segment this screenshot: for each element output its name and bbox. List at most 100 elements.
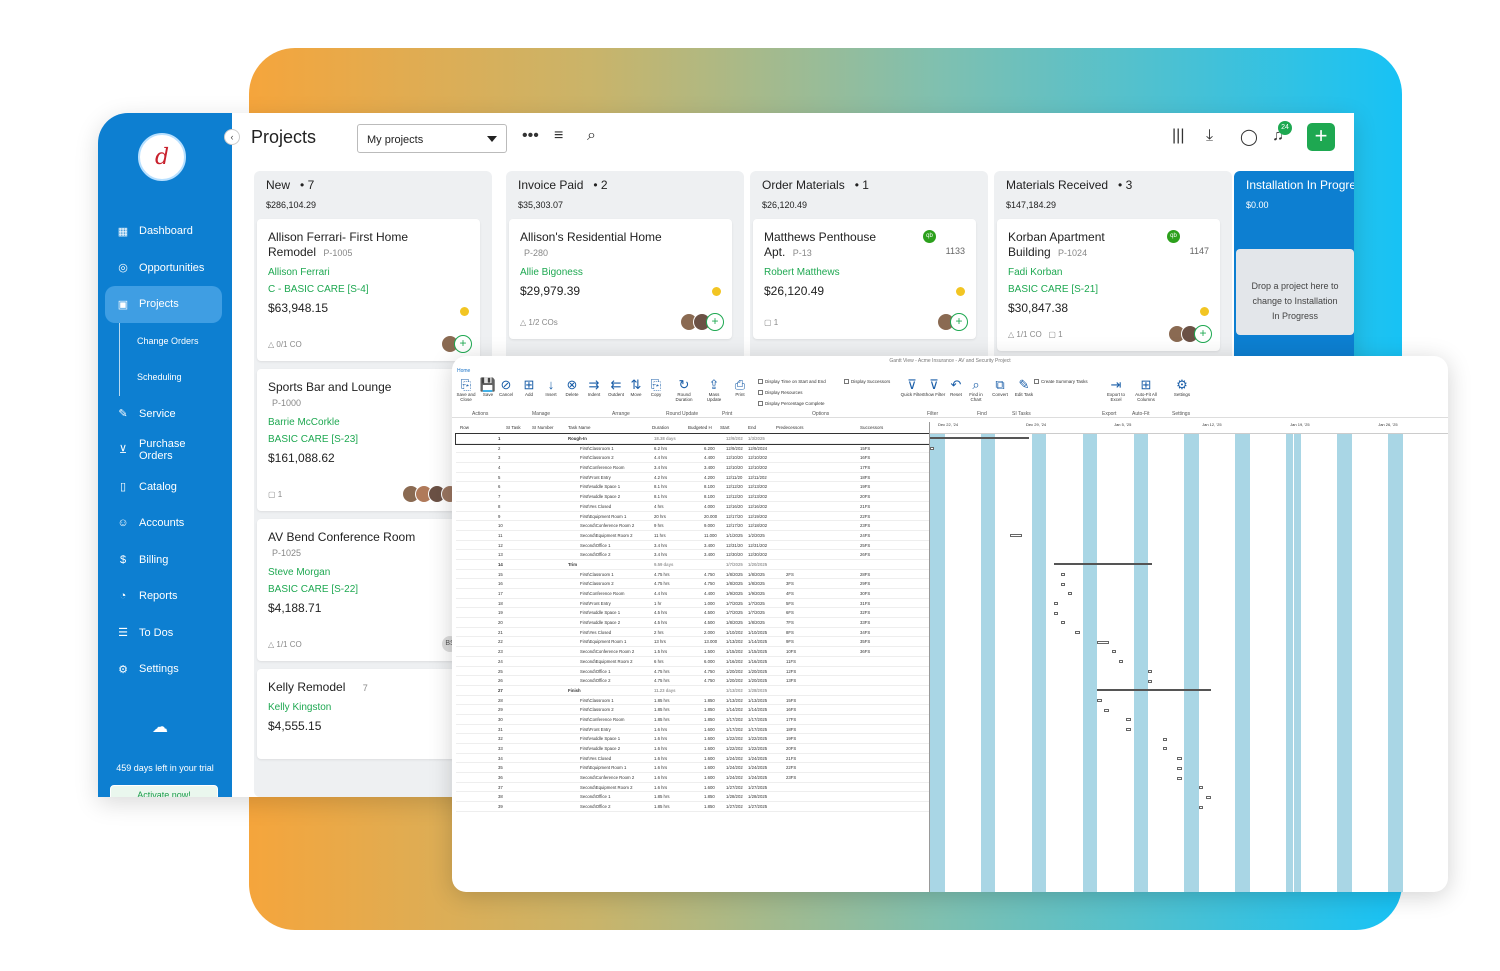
sidebar-item-service[interactable]: ✎ Service bbox=[98, 396, 232, 433]
card-plan[interactable]: BASIC CARE [S-22] bbox=[268, 584, 469, 595]
summary-bar[interactable] bbox=[1097, 689, 1211, 692]
table-row[interactable]: 18 First\Front Entry 1 hr 1.000 1/7/2025 1/7/… bbox=[456, 599, 929, 609]
task-bar[interactable] bbox=[1126, 718, 1131, 722]
table-row[interactable]: 4 First\Conference Room 3.4 hrs 3.400 12/10/… bbox=[456, 463, 929, 473]
mass-update-button[interactable]: ⇪ Mass Update bbox=[702, 377, 726, 402]
table-row[interactable]: 38 Second\Office 1 1.85 hrs 1.850 1/28/202 1/… bbox=[456, 792, 929, 803]
table-row[interactable]: 28 First\Classroom 1 1.85 hrs 1.850 1/13/202… bbox=[456, 696, 929, 706]
table-row[interactable]: 7 First\Huddle Space 2 8.1 hrs 8.100 12/12/2… bbox=[456, 492, 929, 502]
task-bar[interactable] bbox=[1060, 621, 1066, 625]
sidebar-item-opportunities[interactable]: ◎ Opportunities bbox=[98, 250, 232, 287]
table-row[interactable]: 15 First\Classroom 1 4.75 hrs 4.750 1/8/2025… bbox=[456, 570, 929, 580]
table-row[interactable]: 22 First\Equipment Room 1 13 hrs 13.000 1/13… bbox=[456, 637, 929, 648]
table-row[interactable]: 1 Rough-In 18.38 days 12/9/202 1/3/2025 bbox=[455, 433, 930, 445]
drop-zone[interactable]: Drop a project here to change to Install… bbox=[1236, 249, 1354, 335]
task-bar[interactable] bbox=[1148, 679, 1153, 683]
sidebar-item-change-orders[interactable]: Change Orders bbox=[119, 322, 232, 359]
table-row[interactable]: 25 Second\Office 1 4.75 hrs 4.750 1/20/202 1/… bbox=[456, 667, 929, 677]
auto-fit-all-columns-button[interactable]: ⊞ Auto-Fit All Columns bbox=[1134, 377, 1158, 402]
delete-button[interactable]: ⊗ Delete bbox=[560, 377, 584, 397]
show-filter-button[interactable]: ⊽ Show Filter bbox=[922, 377, 946, 397]
sidebar-item-catalog[interactable]: ▯ Catalog bbox=[98, 469, 232, 506]
table-row[interactable]: 16 First\Classroom 2 4.75 hrs 4.750 1/8/2025… bbox=[456, 579, 929, 589]
add-assignee-icon[interactable]: + bbox=[706, 313, 724, 331]
task-bar[interactable] bbox=[1097, 698, 1102, 702]
card-plan[interactable]: BASIC CARE [S-21] bbox=[1008, 284, 1209, 295]
table-row[interactable]: 2 First\Classroom 1 6.2 hrs 6.200 12/9/202 12… bbox=[456, 444, 929, 454]
option-checkbox[interactable]: Display Percentage Complete bbox=[758, 401, 825, 406]
convert-button[interactable]: ⧉ Convert bbox=[988, 377, 1012, 397]
table-row[interactable]: 19 First\Huddle Space 1 4.5 hrs 4.500 1/7/20… bbox=[456, 608, 929, 619]
table-row[interactable]: 12 Second\Office 1 3.4 hrs 3.400 12/31/20 12/… bbox=[456, 541, 929, 551]
table-row[interactable]: 10 Second\Conference Room 2 9 hrs 9.000 12/1… bbox=[456, 521, 929, 531]
task-bar[interactable] bbox=[1126, 728, 1131, 731]
table-row[interactable]: 33 First\Huddle Space 2 1.6 hrs 1.600 1/22/2… bbox=[456, 744, 929, 754]
table-row[interactable]: 29 First\Classroom 2 1.85 hrs 1.850 1/14/202… bbox=[456, 705, 929, 715]
task-bar[interactable] bbox=[1104, 708, 1109, 712]
option-checkbox[interactable]: Display Resources bbox=[758, 390, 803, 395]
task-bar[interactable] bbox=[1206, 795, 1211, 799]
card-client[interactable]: Barrie McCorkle bbox=[268, 417, 469, 428]
task-bar[interactable] bbox=[1053, 601, 1058, 605]
find-in-chart-button[interactable]: ⌕ Find in Chart bbox=[964, 377, 988, 402]
option-checkbox[interactable]: Display Time on Start and End bbox=[758, 379, 826, 384]
indent-button[interactable]: ⇉ Indent bbox=[582, 377, 606, 397]
table-row[interactable]: 5 First\Front Entry 4.2 hrs 4.200 12/11/20 12… bbox=[456, 473, 929, 483]
task-bar[interactable] bbox=[1177, 776, 1182, 780]
table-row[interactable]: 13 Second\Office 2 3.4 hrs 3.400 12/30/20 12/… bbox=[456, 550, 929, 560]
task-bar[interactable] bbox=[1177, 766, 1182, 770]
task-bar[interactable] bbox=[1060, 582, 1066, 586]
option-checkbox[interactable]: Display Successors bbox=[844, 379, 890, 384]
card-client[interactable]: Allison Ferrari bbox=[268, 267, 469, 278]
task-bar[interactable] bbox=[1097, 640, 1109, 644]
table-row[interactable]: 36 Second\Conference Room 2 1.6 hrs 1.600 1/… bbox=[456, 773, 929, 783]
card-plan[interactable]: BASIC CARE [S-23] bbox=[268, 434, 469, 445]
task-bar[interactable] bbox=[1053, 611, 1058, 615]
task-bar[interactable] bbox=[930, 446, 934, 450]
copy-button[interactable]: ⎘ Copy bbox=[644, 377, 668, 397]
table-row[interactable]: 17 First\Conference Room 4.4 hrs 4.400 1/9/2… bbox=[456, 589, 929, 599]
column-header[interactable]: Budgeted H bbox=[688, 425, 712, 430]
filter-icon[interactable]: ≡ bbox=[554, 127, 563, 145]
table-row[interactable]: 30 First\Conference Room 1.85 hrs 1.850 1/17… bbox=[456, 715, 929, 725]
chat-icon[interactable]: ◯ bbox=[1240, 127, 1258, 147]
option-checkbox[interactable]: Create Summary Tasks bbox=[1034, 379, 1088, 384]
collapse-sidebar-button[interactable]: ‹ bbox=[224, 129, 240, 145]
table-row[interactable]: 9 First\Equipment Room 1 20 hrs 20.000 12/17… bbox=[456, 512, 929, 522]
task-bar[interactable] bbox=[1148, 669, 1153, 673]
activate-button[interactable]: Activate now! bbox=[110, 785, 218, 797]
table-row[interactable]: 24 Second\Equipment Room 2 6 hrs 6.000 1/16/… bbox=[456, 657, 929, 667]
table-row[interactable]: 20 First\Huddle Space 2 4.5 hrs 4.500 1/8/20… bbox=[456, 618, 929, 628]
sidebar-item-settings[interactable]: ⚙ Settings bbox=[98, 651, 232, 688]
help-cloud-icon[interactable]: ☁ bbox=[152, 717, 168, 737]
table-row[interactable]: 39 Second\Office 2 1.85 hrs 1.850 1/27/202 1/… bbox=[456, 802, 929, 812]
project-filter-select[interactable]: My projects bbox=[357, 124, 507, 153]
add-button[interactable]: ⊞ Add bbox=[517, 377, 541, 397]
task-bar[interactable] bbox=[1075, 631, 1080, 634]
settings-button[interactable]: ⚙ Settings bbox=[1170, 377, 1194, 397]
table-row[interactable]: 34 First\Yes Closed 1.6 hrs 1.600 1/24/202 1/… bbox=[456, 754, 929, 764]
column-header[interactable]: Successors bbox=[860, 425, 883, 430]
task-bar[interactable] bbox=[1068, 592, 1073, 596]
table-row[interactable]: 6 First\Huddle Space 1 8.1 hrs 8.100 12/12/2… bbox=[456, 482, 929, 493]
task-bar[interactable] bbox=[1198, 805, 1204, 809]
more-icon[interactable]: ••• bbox=[522, 127, 539, 145]
task-bar[interactable] bbox=[1198, 786, 1204, 790]
table-row[interactable]: 31 First\Front Entry 1.6 hrs 1.600 1/17/202 1… bbox=[456, 725, 929, 735]
cancel-button[interactable]: ⊘ Cancel bbox=[494, 377, 518, 397]
sidebar-item-dashboard[interactable]: ▦ Dashboard bbox=[98, 213, 232, 250]
table-row[interactable]: 8 First\Yes Closed 4 hrs 4.000 12/16/20 12/16… bbox=[456, 502, 929, 512]
column-header[interactable]: Task Name bbox=[568, 425, 591, 430]
sidebar-item-projects[interactable]: ▣ Projects bbox=[105, 286, 222, 323]
project-card[interactable]: Kelly Remodel 7 Kelly Kingston $4,555.15 bbox=[257, 669, 480, 759]
card-client[interactable]: Fadi Korban bbox=[1008, 267, 1209, 278]
sidebar-item-scheduling[interactable]: Scheduling bbox=[119, 359, 232, 396]
card-client[interactable]: Allie Bigoness bbox=[520, 267, 721, 278]
add-assignee-icon[interactable]: + bbox=[454, 335, 472, 353]
save-and-close-button[interactable]: ⎘ Save and Close bbox=[454, 377, 478, 402]
project-card[interactable]: Korban Apartment Building P-1024 qb 1147… bbox=[997, 219, 1220, 351]
task-bar[interactable] bbox=[1119, 660, 1124, 664]
project-card[interactable]: Allison's Residential Home P-280 Allie Bi… bbox=[509, 219, 732, 339]
sidebar-item-billing[interactable]: $ Billing bbox=[98, 542, 232, 579]
card-client[interactable]: Kelly Kingston bbox=[268, 702, 469, 713]
